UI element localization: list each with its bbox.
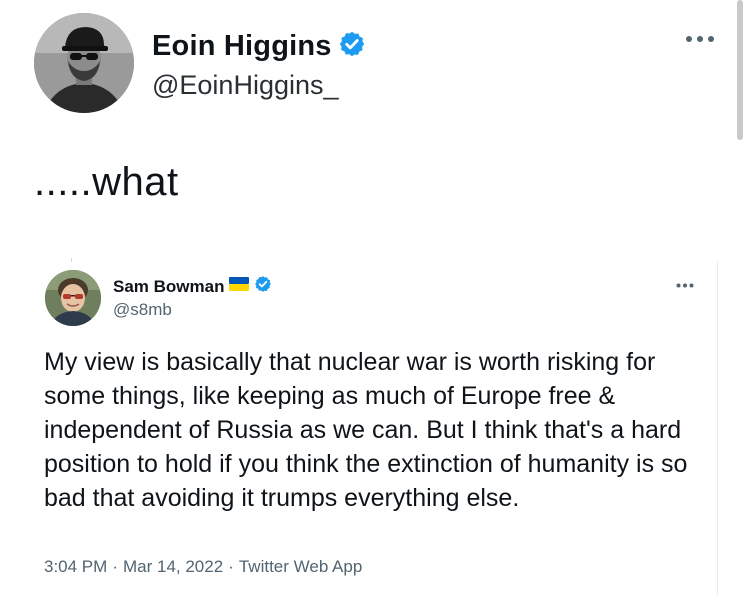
tweet-metadata: 3:04 PM · Mar 14, 2022 · Twitter Web App xyxy=(44,557,362,577)
inner-display-name[interactable]: Sam Bowman xyxy=(113,277,224,297)
more-horizontal-icon xyxy=(676,283,694,287)
inner-avatar[interactable] xyxy=(45,270,101,326)
inner-more-options-button[interactable] xyxy=(674,278,696,292)
quoted-tweet-text: My view is basically that nuclear war is… xyxy=(44,348,688,512)
outer-tweet-text: .....what xyxy=(34,160,179,204)
ukraine-flag-icon xyxy=(229,277,250,296)
tweet-source[interactable]: Twitter Web App xyxy=(239,557,362,577)
scrollbar[interactable] xyxy=(737,0,743,140)
tweet-date[interactable]: Mar 14, 2022 xyxy=(123,557,223,577)
profile-photo-icon xyxy=(45,270,101,326)
more-options-button[interactable] xyxy=(683,28,717,50)
outer-avatar[interactable] xyxy=(34,13,134,113)
outer-name-row: Eoin Higgins xyxy=(152,30,366,63)
profile-photo-icon xyxy=(34,13,134,113)
verified-badge-icon xyxy=(254,275,272,298)
meta-separator: · xyxy=(112,557,118,576)
outer-display-name[interactable]: Eoin Higgins xyxy=(152,30,332,63)
quoted-tweet-card[interactable]: Sam Bowman @s8mb My view is basically th… xyxy=(24,262,718,595)
inner-name-row: Sam Bowman xyxy=(113,275,272,298)
more-horizontal-icon xyxy=(686,36,714,42)
tweet-time[interactable]: 3:04 PM xyxy=(44,557,107,577)
verified-badge-icon xyxy=(338,30,366,63)
inner-handle[interactable]: @s8mb xyxy=(113,300,172,320)
tweet-screenshot: Eoin Higgins @EoinHiggins_ .....what Sam… xyxy=(0,0,750,595)
meta-separator: · xyxy=(228,557,234,576)
outer-handle[interactable]: @EoinHiggins_ xyxy=(152,70,339,101)
